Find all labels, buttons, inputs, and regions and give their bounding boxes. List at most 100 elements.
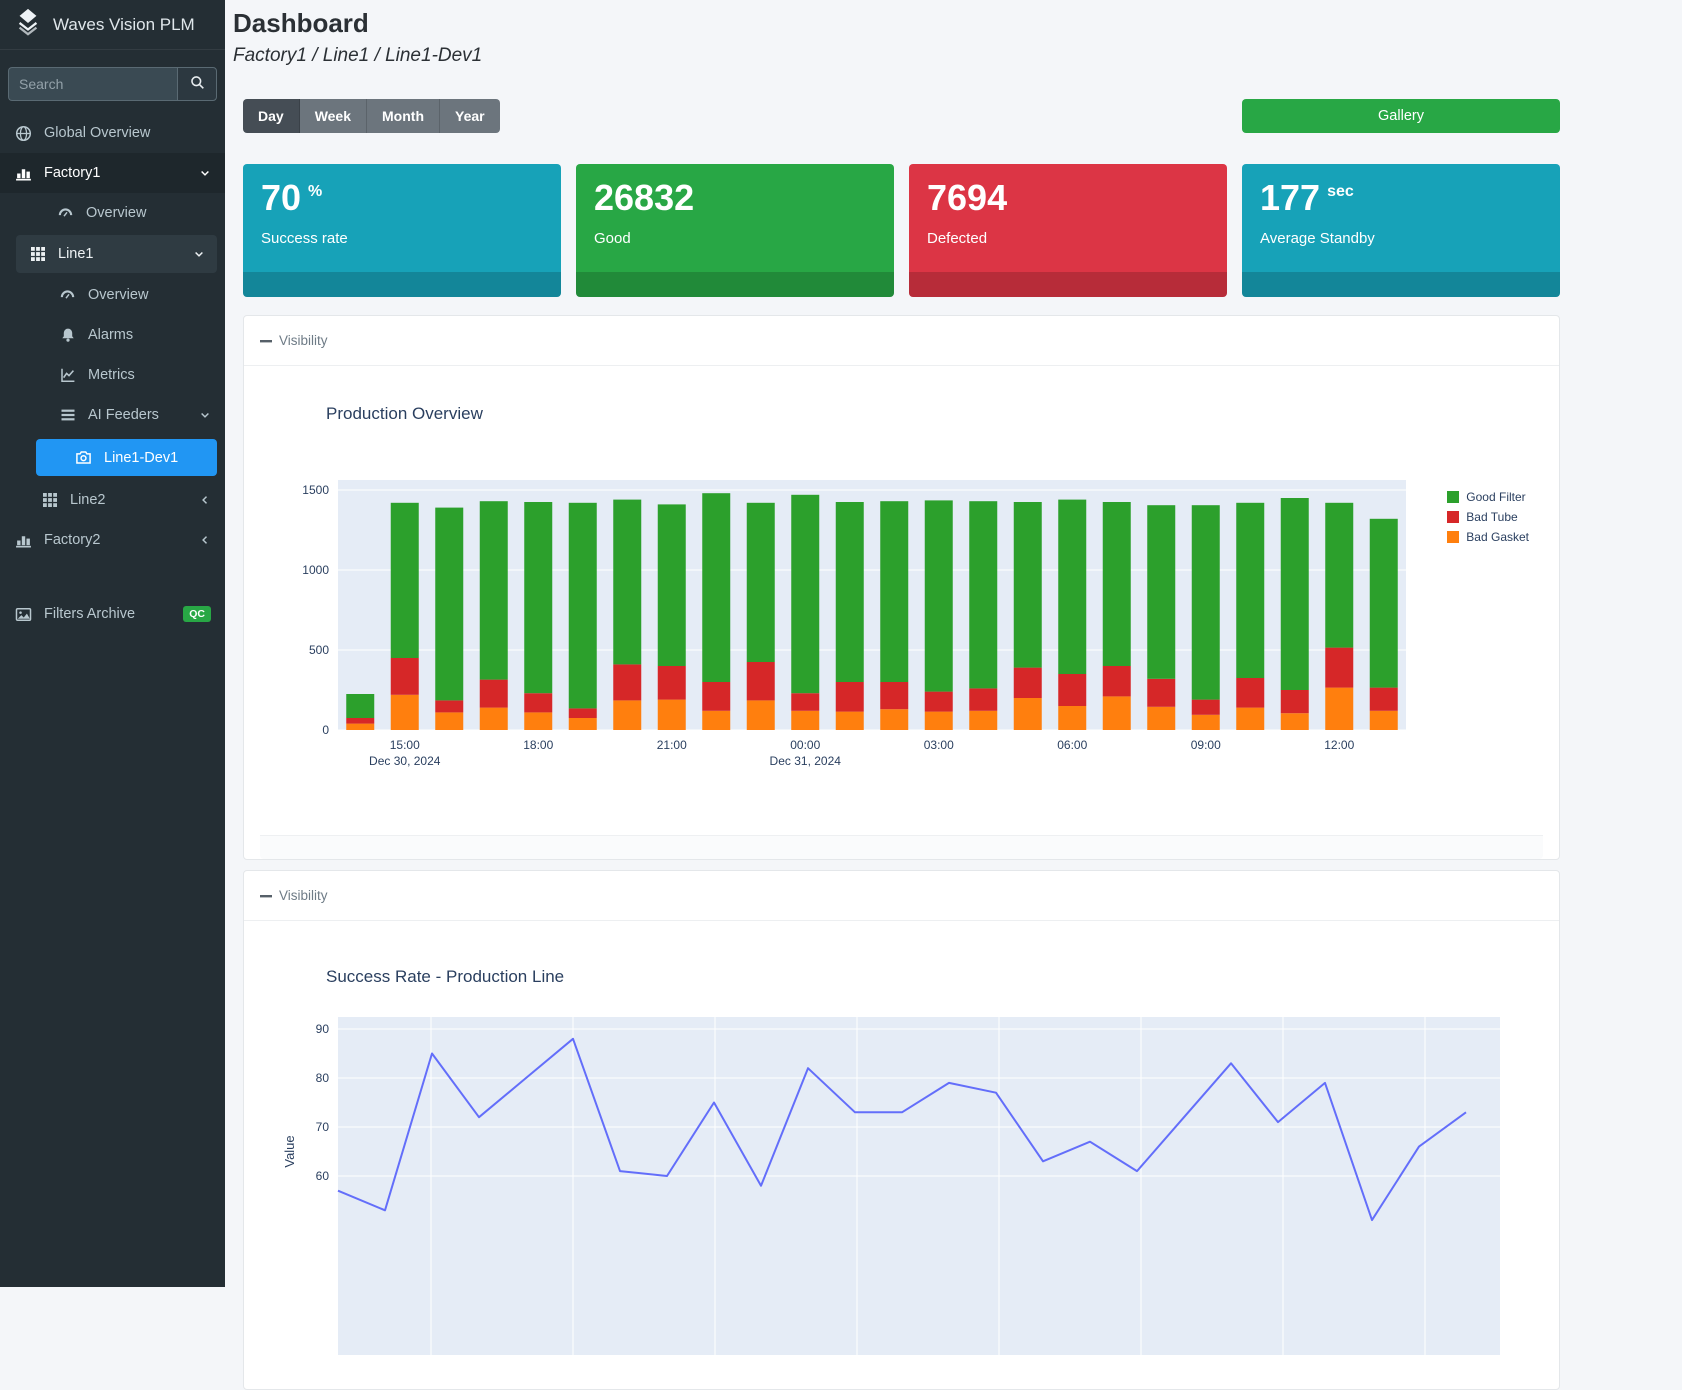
panel-body: Production Overview 05001000150015:0018:… [244,366,1559,859]
stat-card-footer [1242,272,1560,297]
sidebar-item-label: Filters Archive [44,606,135,622]
app-title: Waves Vision PLM [53,15,195,35]
legend-swatch [1447,511,1459,523]
stat-card-average-standby: 177 sec Average Standby [1242,164,1560,297]
panel-header: Visibility [244,871,1559,921]
sidebar-item-label: Overview [86,205,146,221]
svg-text:90: 90 [316,1022,330,1036]
sidebar-item-filters-archive[interactable]: Filters Archive QC [0,594,225,634]
sidebar-item-factory1[interactable]: Factory1 [0,153,225,193]
search-icon [190,75,205,93]
camera-icon [74,449,93,466]
globe-icon [14,125,33,142]
svg-text:03:00: 03:00 [924,738,954,752]
stat-card-success-rate: 70 % Success rate [243,164,561,297]
stat-card-footer [243,272,561,297]
sidebar-item-line2[interactable]: Line2 [16,480,225,520]
panel-body: Success Rate - Production Line 60708090V… [244,921,1559,1360]
legend-item-good-filter[interactable]: Good Filter [1447,490,1529,504]
stat-cards: 70 % Success rate 26832 Good 7694 [243,164,1560,297]
visibility-label: Visibility [279,888,328,903]
sidebar-item-metrics[interactable]: Metrics [0,355,225,395]
legend-item-bad-tube[interactable]: Bad Tube [1447,510,1529,524]
bell-icon [58,327,77,343]
range-button-week[interactable]: Week [300,99,367,133]
chart-title: Production Overview [326,404,1543,424]
stat-value: 26832 [594,178,694,218]
sidebar-item-label: AI Feeders [88,407,159,423]
svg-text:60: 60 [316,1169,330,1183]
stat-value: 177 [1260,178,1320,218]
page-title: Dashboard [233,8,1682,39]
gauge-icon [56,205,75,222]
production-overview-chart: 05001000150015:0018:0021:0000:0003:0006:… [260,476,1543,779]
svg-text:1000: 1000 [302,563,329,577]
sidebar-item-label: Global Overview [44,125,150,141]
search-button[interactable] [177,67,217,101]
minus-icon [260,890,272,902]
svg-text:0: 0 [322,723,329,737]
stat-unit: sec [1327,183,1354,201]
stat-card-footer [576,272,894,297]
chevron-down-icon [199,167,211,179]
svg-text:Dec 30, 2024: Dec 30, 2024 [369,754,441,768]
sidebar-item-ai-feeders[interactable]: AI Feeders [0,395,225,435]
visibility-toggle[interactable]: Visibility [260,333,328,348]
app-brand[interactable]: Waves Vision PLM [0,0,225,50]
search-input[interactable] [8,67,177,101]
svg-text:Dec 31, 2024: Dec 31, 2024 [770,754,842,768]
svg-text:Value: Value [282,1135,297,1167]
sidebar-item-global-overview[interactable]: Global Overview [0,113,225,153]
legend-swatch [1447,491,1459,503]
success-rate-chart: 60708090Value [260,1015,1543,1360]
sidebar: Waves Vision PLM Global Overview Factory… [0,0,225,1287]
gauge-icon [58,287,77,304]
svg-text:00:00: 00:00 [790,738,820,752]
sidebar-item-factory1-overview[interactable]: Overview [0,193,225,233]
legend-item-bad-gasket[interactable]: Bad Gasket [1447,530,1529,544]
panel-header: Visibility [244,316,1559,366]
sidebar-item-factory2[interactable]: Factory2 [0,520,225,560]
svg-text:21:00: 21:00 [657,738,687,752]
svg-text:12:00: 12:00 [1324,738,1354,752]
sidebar-item-line1-dev1[interactable]: Line1-Dev1 [36,439,217,476]
svg-text:500: 500 [309,643,329,657]
stat-label: Defected [927,230,1209,247]
legend-swatch [1447,531,1459,543]
grid-icon [28,246,47,262]
sidebar-nav: Global Overview Factory1 Overview Line1 … [0,113,225,634]
svg-text:09:00: 09:00 [1191,738,1221,752]
gallery-button[interactable]: Gallery [1242,99,1560,133]
feeder-rows-icon [58,407,77,423]
svg-text:15:00: 15:00 [390,738,420,752]
range-button-year[interactable]: Year [440,99,500,133]
range-button-month[interactable]: Month [367,99,440,133]
visibility-label: Visibility [279,333,328,348]
stat-value: 7694 [927,178,1007,218]
toolbar: Day Week Month Year Gallery [243,99,1560,133]
svg-text:70: 70 [316,1120,330,1134]
success-rate-panel: Visibility Success Rate - Production Lin… [243,870,1560,1390]
svg-text:1500: 1500 [302,483,329,497]
sidebar-item-line1[interactable]: Line1 [16,235,217,273]
sidebar-item-alarms[interactable]: Alarms [0,315,225,355]
stat-card-good: 26832 Good [576,164,894,297]
sidebar-item-line1-overview[interactable]: Overview [0,275,225,315]
app-logo-icon [13,7,43,42]
sidebar-item-label: Metrics [88,367,135,383]
stat-label: Average Standby [1260,230,1542,247]
legend-label: Bad Gasket [1466,530,1529,544]
stat-unit: % [308,183,322,201]
line-chart-icon [58,367,77,383]
breadcrumb: Factory1 / Line1 / Line1-Dev1 [233,45,1682,67]
range-button-day[interactable]: Day [243,99,300,133]
visibility-toggle[interactable]: Visibility [260,888,328,903]
svg-text:06:00: 06:00 [1057,738,1087,752]
panel-footer [260,835,1543,859]
stat-card-footer [909,272,1227,297]
chevron-left-icon [199,494,211,506]
sidebar-item-label: Factory2 [44,532,100,548]
time-range-group: Day Week Month Year [243,99,500,133]
image-icon [14,606,33,623]
stat-card-defected: 7694 Defected [909,164,1227,297]
